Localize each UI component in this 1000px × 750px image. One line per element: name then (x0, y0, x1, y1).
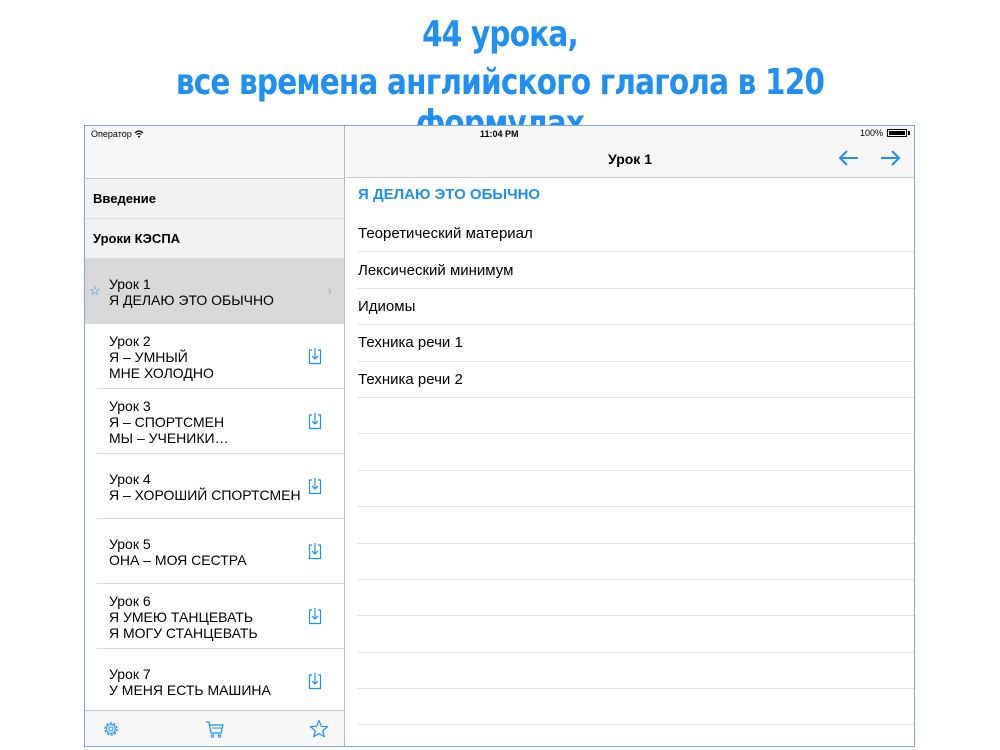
lesson-row-5[interactable]: Урок 5 ОНА – МОЯ СЕСТРА (85, 519, 344, 584)
lesson-subtitle-2: Я МОГУ СТАНЦЕВАТЬ (109, 624, 258, 641)
download-icon[interactable] (308, 412, 322, 430)
battery-icon (887, 129, 907, 137)
lesson-row-2[interactable]: Урок 2 Я – УМНЫЙ МНЕ ХОЛОДНО (85, 324, 344, 389)
lesson-subtitle-2: МЫ – УЧЕНИКИ… (109, 429, 229, 446)
battery-tip (908, 131, 910, 135)
sidebar-toolbar (85, 710, 344, 746)
lesson-row-7[interactable]: Урок 7 У МЕНЯ ЕСТЬ МАШИНА (85, 649, 344, 714)
nav-title: Урок 1 (608, 151, 652, 167)
lesson-row-4[interactable]: Урок 4 Я – ХОРОШИЙ СПОРТСМЕН (85, 454, 344, 519)
section-intro[interactable]: Введение (85, 179, 344, 219)
promo-title: 44 урока, (422, 14, 579, 55)
ipad-screen: Оператор 11:04 PM 100% Введение Уроки КЭ… (84, 125, 915, 747)
empty-row (358, 544, 914, 580)
promo-header: 44 урока, все времена английского глагол… (0, 0, 1000, 144)
empty-row (358, 580, 914, 617)
content-list: Теоретический материал Лексический миним… (358, 216, 914, 726)
lesson-heading: Я ДЕЛАЮ ЭТО ОБЫЧНО (358, 186, 541, 203)
empty-row (358, 434, 914, 471)
gear-icon[interactable] (101, 719, 121, 739)
wifi-icon (134, 130, 144, 138)
content-item-speech-1[interactable]: Техника речи 1 (358, 325, 914, 362)
download-icon[interactable] (308, 672, 322, 690)
star-icon[interactable] (309, 719, 329, 739)
empty-row (358, 653, 914, 690)
empty-row (358, 689, 914, 726)
detail-pane: Урок 1 Я ДЕЛАЮ ЭТО ОБЫЧНО Теоретический … (346, 126, 914, 746)
empty-row (358, 507, 914, 544)
carrier-text: Оператор (91, 129, 132, 139)
lesson-title: Урок 1 (109, 275, 151, 292)
download-icon[interactable] (308, 477, 322, 495)
battery-indicator: 100% (860, 128, 910, 138)
section-kespa-lessons[interactable]: Уроки КЭСПА (85, 219, 344, 259)
content-item-vocabulary[interactable]: Лексический минимум (358, 252, 914, 289)
download-icon[interactable] (308, 607, 322, 625)
lesson-row-3[interactable]: Урок 3 Я – СПОРТСМЕН МЫ – УЧЕНИКИ… (85, 389, 344, 454)
carrier-label: Оператор (91, 129, 144, 139)
download-icon[interactable] (308, 347, 322, 365)
content-item-theory[interactable]: Теоретический материал (358, 216, 914, 253)
arrow-right-icon[interactable] (878, 148, 902, 168)
cart-icon[interactable] (205, 719, 225, 739)
empty-row (358, 471, 914, 508)
download-icon[interactable] (308, 542, 322, 560)
empty-row (358, 398, 914, 435)
status-bar: Оператор 11:04 PM 100% (85, 126, 914, 142)
favorite-star-icon[interactable]: ☆ (89, 283, 101, 299)
lesson-subtitle: Я ДЕЛАЮ ЭТО ОБЫЧНО (109, 291, 274, 308)
content-item-idioms[interactable]: Идиомы (358, 289, 914, 326)
lesson-row-6[interactable]: Урок 6 Я УМЕЮ ТАНЦЕВАТЬ Я МОГУ СТАНЦЕВАТ… (85, 584, 344, 649)
arrow-left-icon[interactable] (837, 148, 861, 168)
lesson-subtitle-2: МНЕ ХОЛОДНО (109, 364, 214, 381)
status-time: 11:04 PM (480, 129, 519, 139)
lesson-row-1[interactable]: ☆ Урок 1 Я ДЕЛАЮ ЭТО ОБЫЧНО › (85, 259, 344, 324)
sidebar: Введение Уроки КЭСПА ☆ Урок 1 Я ДЕЛАЮ ЭТ… (85, 126, 345, 746)
content-item-speech-2[interactable]: Техника речи 2 (358, 362, 914, 398)
chevron-right-icon: › (327, 283, 332, 298)
battery-percent: 100% (859, 128, 883, 138)
empty-row (358, 616, 914, 653)
